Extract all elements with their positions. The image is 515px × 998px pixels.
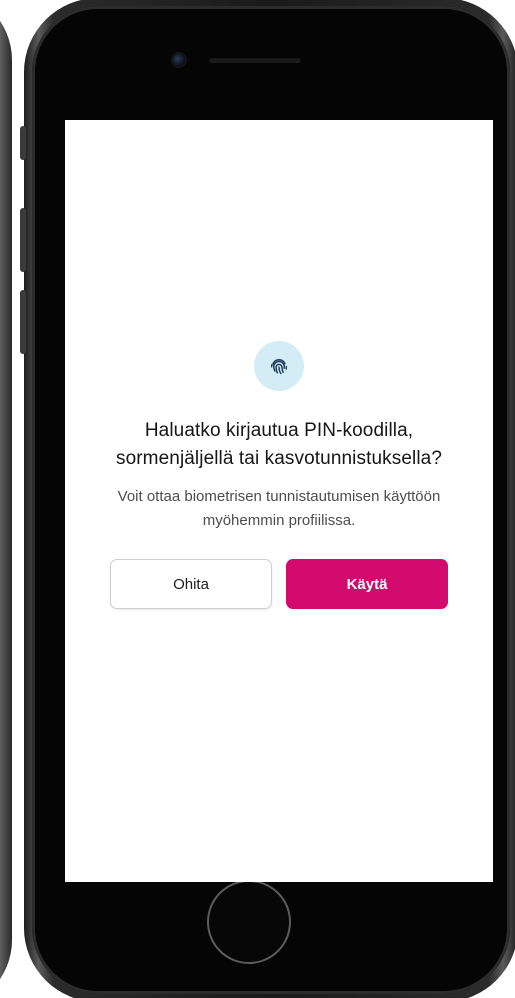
earpiece-speaker <box>209 57 301 63</box>
adjacent-phone-frame <box>0 0 12 998</box>
volume-up-button <box>20 208 26 272</box>
home-button[interactable] <box>207 880 291 964</box>
stage: Haluatko kirjautua PIN-koodilla, sormenj… <box>0 0 515 998</box>
mute-switch <box>20 126 26 160</box>
use-button[interactable]: Käytä <box>286 559 448 609</box>
dialog-actions: Ohita Käytä <box>65 559 493 609</box>
volume-down-button <box>20 290 26 354</box>
dialog-title: Haluatko kirjautua PIN-koodilla, sormenj… <box>115 420 442 469</box>
dialog-description: Voit ottaa biometrisen tunnistautumisen … <box>117 488 441 529</box>
front-camera <box>173 54 185 66</box>
fingerprint-icon-badge <box>254 341 304 391</box>
fingerprint-icon <box>270 358 288 375</box>
skip-button[interactable]: Ohita <box>110 559 272 609</box>
app-screen: Haluatko kirjautua PIN-koodilla, sormenj… <box>65 120 493 882</box>
biometric-dialog: Haluatko kirjautua PIN-koodilla, sormenj… <box>65 341 493 609</box>
